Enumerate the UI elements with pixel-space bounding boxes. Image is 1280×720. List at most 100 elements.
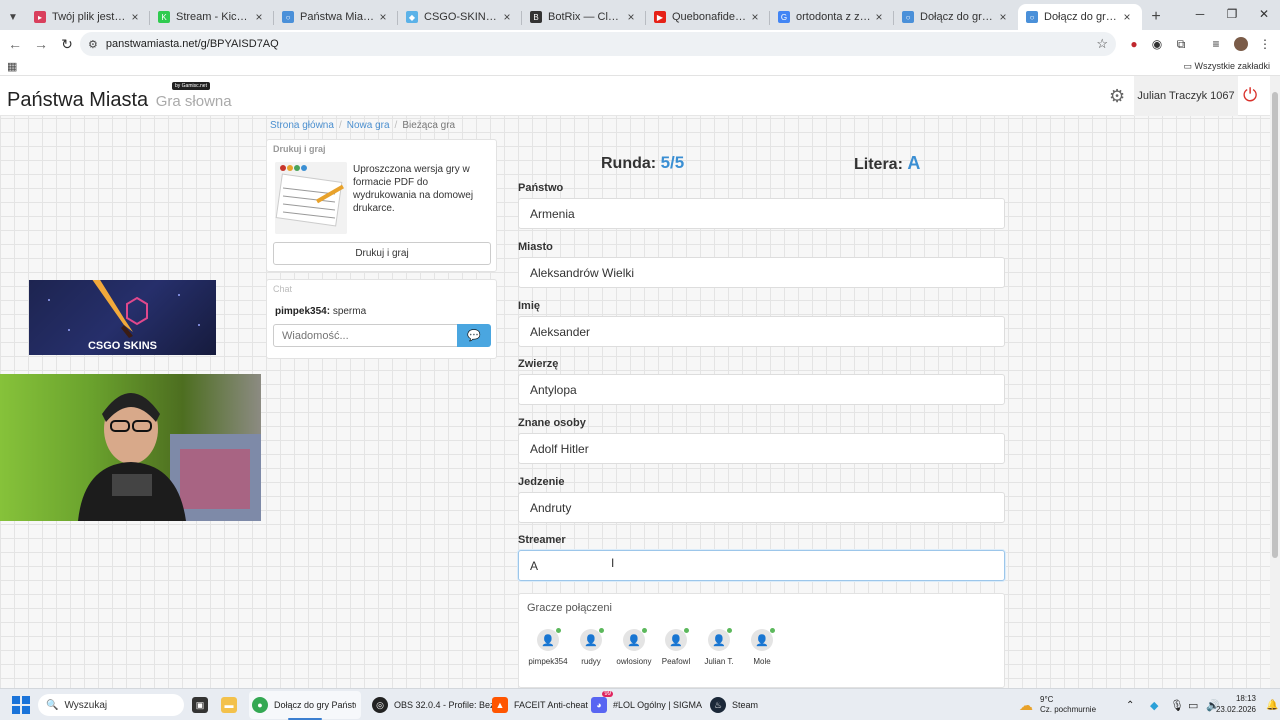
extension-icon[interactable]: ◉ [1146, 33, 1168, 55]
browser-tab-active[interactable]: ○ Dołącz do gry Państ× [1018, 4, 1142, 30]
field-input-streamer[interactable] [518, 550, 1005, 581]
tab-close-icon[interactable]: × [128, 10, 142, 24]
chat-message-input[interactable] [273, 324, 458, 347]
player-item: 👤 owlosiony [610, 628, 658, 666]
maximize-icon[interactable]: ❐ [1216, 0, 1248, 28]
taskbar-steam[interactable]: ♨ Steam [710, 689, 758, 720]
chat-send-button[interactable]: 💬 [457, 324, 491, 347]
media-control-icon[interactable]: ≡ [1205, 33, 1227, 55]
letter-indicator: Litera: A [854, 153, 920, 174]
chrome-icon: ● [252, 697, 268, 713]
weather-desc: Cz. pochmurnie [1040, 705, 1097, 714]
tab-favicon-icon: ○ [1026, 11, 1038, 23]
field-input-panstwo[interactable] [518, 198, 1005, 229]
browser-tab[interactable]: ◆ CSGO-SKINS.COM - I× [398, 4, 522, 30]
new-tab-button[interactable]: + [1142, 4, 1170, 30]
breadcrumb-new-game[interactable]: Nowa gra [347, 120, 390, 131]
player-avatar-icon: 👤 [751, 628, 775, 651]
reload-icon[interactable]: ↻ [54, 31, 80, 57]
profile-avatar[interactable] [1230, 33, 1252, 55]
field-input-zwierze[interactable] [518, 374, 1005, 405]
field-input-imie[interactable] [518, 316, 1005, 347]
browser-tab-bar: ▼ ▸Twój plik jest gotowy× KStream - Kick… [0, 0, 1280, 30]
player-name: Peafowl [661, 657, 691, 666]
connected-players-panel: Gracze połączeni 👤 pimpek354 👤 rudyy 👤 owlo… [518, 593, 1005, 688]
tab-close-icon[interactable]: × [500, 10, 514, 24]
tab-close-icon[interactable]: × [748, 10, 762, 24]
browser-tab[interactable]: K Stream - Kick Dashboard× [150, 4, 274, 30]
chat-message-user: pimpek354: [275, 306, 331, 317]
round-label: Runda: [601, 155, 657, 172]
browser-tab[interactable]: ○ Państwa Miasta - Gra× [274, 4, 398, 30]
chat-title: Chat [273, 284, 293, 294]
taskbar-faceit[interactable]: ▲ FACEIT Anti-cheat [492, 689, 588, 720]
tab-search-icon[interactable]: ▼ [0, 4, 26, 30]
browser-tab[interactable]: ▸ Twój plik jest gotowy× [26, 4, 150, 30]
player-name: rudyy [581, 657, 601, 666]
field-label-zwierze: Zwierzę [518, 358, 559, 370]
chat-message-text: sperma [332, 306, 367, 317]
browser-toolbar: ← → ↻ ⚙ panstwamiasta.net/g/BPYAISD7AQ ☆… [0, 30, 1280, 58]
site-logo[interactable]: Państwa Miasta Gra słowna [7, 89, 232, 112]
tab-close-icon[interactable]: × [872, 10, 886, 24]
back-icon[interactable]: ← [2, 31, 28, 57]
tab-title: Państwa Miasta - Gra [300, 11, 376, 23]
tab-close-icon[interactable]: × [1120, 10, 1134, 24]
address-bar[interactable]: ⚙ panstwamiasta.net/g/BPYAISD7AQ ☆ [80, 32, 1116, 56]
windows-logo-icon [12, 696, 30, 714]
all-bookmarks-link[interactable]: ▭ Wszystkie zakładki [1183, 61, 1270, 72]
tab-close-icon[interactable]: × [624, 10, 638, 24]
apps-grid-icon[interactable]: ▦ [7, 60, 17, 73]
breadcrumb-home[interactable]: Strona główna [270, 120, 334, 131]
browser-menu-icon[interactable]: ⋮ [1254, 33, 1276, 55]
print-and-play-button[interactable]: Drukuj i graj [273, 242, 491, 265]
logout-power-icon[interactable]: ⏻ [1243, 85, 1257, 106]
browser-tab[interactable]: B BotRix — Cloud Stre× [522, 4, 646, 30]
taskbar-search[interactable]: 🔍 Wyszukaj [38, 694, 184, 716]
browser-tab[interactable]: ▶ Quebonafide ft. R× [646, 4, 770, 30]
settings-gear-icon[interactable]: ⚙ [1109, 86, 1125, 107]
close-window-icon[interactable]: ✕ [1248, 0, 1280, 28]
tray-overflow-icon[interactable]: ⌃ [1126, 689, 1134, 720]
tab-title: Dołącz do gry Państ [1044, 11, 1120, 23]
notification-bell-icon[interactable]: 🔔 [1266, 689, 1278, 720]
tab-title: Dołącz do gry Państw [920, 11, 996, 23]
network-icon[interactable]: ▭ [1188, 689, 1198, 720]
tab-title: CSGO-SKINS.COM - I [424, 11, 500, 23]
field-label-jedzenie: Jedzenie [518, 476, 565, 488]
tab-close-icon[interactable]: × [252, 10, 266, 24]
field-input-znane-osoby[interactable] [518, 433, 1005, 464]
microphone-icon[interactable]: 🎙 [1170, 689, 1184, 720]
minimize-icon[interactable]: ─ [1184, 0, 1216, 28]
task-view-icon[interactable]: ▣ [192, 689, 214, 720]
field-label-imie: Imię [518, 300, 541, 312]
field-input-jedzenie[interactable] [518, 492, 1005, 523]
players-title: Gracze połączeni [527, 602, 612, 614]
start-button[interactable] [12, 689, 30, 720]
extensions-puzzle-icon[interactable]: ⧉ [1170, 33, 1192, 55]
file-explorer-icon[interactable]: ▬ [221, 689, 243, 720]
csgo-banner-text: CSGO SKINS [87, 340, 158, 352]
user-name-button[interactable]: Julian Traczyk 1067 [1134, 76, 1238, 116]
taskbar-obs[interactable]: ◎ OBS 32.0.4 - Profile: Bez [372, 689, 495, 720]
print-panel-title: Drukuj i graj [273, 144, 326, 154]
clock[interactable]: 18:13 23.02.2026 [1216, 693, 1256, 715]
taskbar-discord[interactable]: ◕ 99 #LOL Ogólny | SIGMA [591, 689, 702, 720]
field-input-miasto[interactable] [518, 257, 1005, 288]
tab-favicon-icon: ○ [902, 11, 914, 23]
browser-tab[interactable]: ○ Dołącz do gry Państw× [894, 4, 1018, 30]
page-scrollbar[interactable] [1270, 76, 1280, 688]
tray-app-icon[interactable]: ◆ [1150, 689, 1158, 720]
weather-widget[interactable]: ☁ 9°C Cz. pochmurnie [1018, 689, 1096, 720]
bookmark-star-icon[interactable]: ☆ [1096, 36, 1108, 52]
site-info-icon[interactable]: ⚙ [88, 38, 98, 51]
extension-icon[interactable]: ● [1123, 33, 1145, 55]
browser-tab[interactable]: Gortodonta z ząbek - S× [770, 4, 894, 30]
scrollbar-thumb[interactable] [1272, 92, 1278, 558]
tab-close-icon[interactable]: × [996, 10, 1010, 24]
forward-icon[interactable]: → [28, 31, 54, 57]
tab-close-icon[interactable]: × [376, 10, 390, 24]
taskbar-item-label: #LOL Ogólny | SIGMA [613, 700, 703, 710]
csgo-skins-banner[interactable]: CSGO SKINS [29, 280, 216, 355]
taskbar-chrome[interactable]: ● Dołącz do gry Państwa M [252, 689, 356, 720]
